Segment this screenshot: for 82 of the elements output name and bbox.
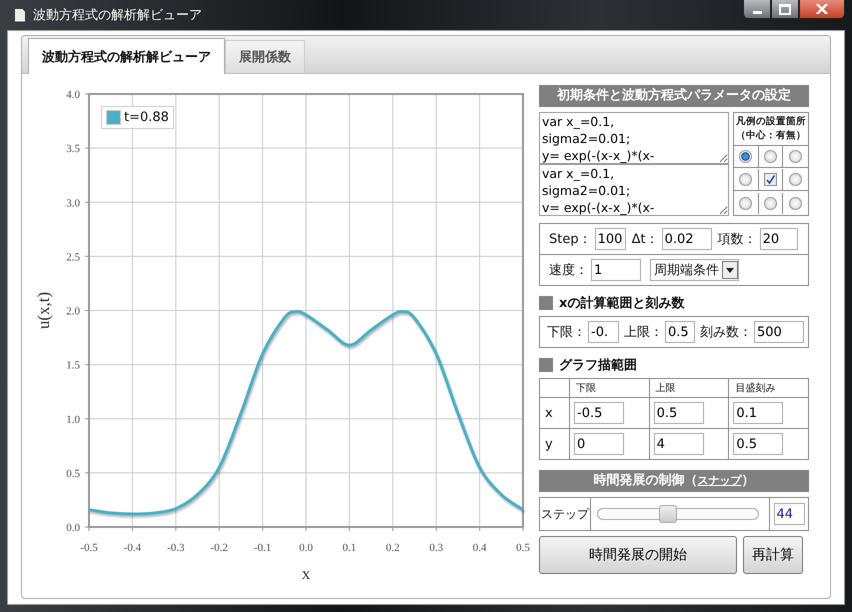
- axis-tick-label: 1.0: [66, 414, 80, 426]
- button[interactable]: 再計算: [743, 536, 803, 574]
- column-header: 上限: [649, 378, 729, 398]
- input-field[interactable]: 0.5: [654, 402, 704, 424]
- input-field[interactable]: 0.02: [662, 228, 712, 250]
- checkbox[interactable]: [764, 173, 777, 186]
- slider-thumb[interactable]: [659, 505, 678, 523]
- axis-tick-label: 0.4: [472, 542, 486, 554]
- field-label: 刻み数：: [700, 324, 752, 341]
- y-axis-label: u(x,t): [34, 292, 53, 330]
- input-field[interactable]: -0.: [588, 321, 619, 343]
- axis-tick-label: -0.2: [210, 542, 228, 554]
- axis-tick-label: -0.3: [167, 542, 184, 554]
- legend-position-subtitle: （中心：有無）: [735, 129, 807, 143]
- axis-tick-label: 0.2: [386, 542, 400, 554]
- snap-link[interactable]: スナップ: [698, 474, 742, 487]
- axis-tick-label: 0.5: [66, 468, 80, 480]
- close-icon: [816, 4, 828, 14]
- caret-icon: [722, 261, 738, 279]
- field-label: 項数：: [718, 231, 757, 248]
- radio-button[interactable]: [764, 150, 777, 163]
- square-icon: [539, 296, 553, 310]
- section-title: xの計算範囲と刻み数: [559, 294, 684, 312]
- axis-tick-label: 0.1: [342, 542, 356, 554]
- input-field[interactable]: 1: [591, 259, 641, 281]
- row-label: x: [540, 398, 570, 428]
- input-field[interactable]: 20: [760, 228, 798, 250]
- legend-label: t=0.88: [124, 110, 169, 125]
- input-field[interactable]: 0.5: [733, 433, 784, 455]
- window-title: 波動方程式の解析解ビューア: [33, 7, 203, 24]
- axis-tick-label: -0.5: [80, 542, 98, 554]
- radio-button[interactable]: [789, 173, 802, 186]
- axis-tick-label: 0.5: [516, 542, 530, 554]
- tab[interactable]: 波動方程式の解析解ビューア: [28, 38, 225, 74]
- axis-tick-label: 0.0: [66, 522, 80, 534]
- maximize-button[interactable]: [771, 0, 799, 19]
- step-label: ステップ: [540, 498, 591, 530]
- section-header: 初期条件と波動方程式パラメータの設定: [539, 85, 809, 107]
- column-header: 下限: [570, 378, 650, 398]
- field-label: 上限：: [624, 324, 663, 341]
- axis-tick-label: -0.4: [124, 542, 142, 554]
- input-field[interactable]: 0.1: [733, 402, 784, 424]
- dropdown[interactable]: 周期端条件: [650, 259, 739, 281]
- close-button[interactable]: [799, 0, 845, 19]
- input-field[interactable]: 4: [654, 433, 704, 455]
- radio-button[interactable]: [789, 196, 802, 210]
- axis-tick-label: 0.0: [299, 542, 313, 554]
- radio-button[interactable]: [764, 196, 777, 210]
- axis-tick-label: 2.0: [66, 306, 80, 318]
- axis-tick-label: 3.5: [66, 143, 80, 156]
- minimize-button[interactable]: [743, 0, 771, 19]
- button[interactable]: 時間発展の開始: [539, 536, 737, 574]
- axis-tick-label: 1.5: [66, 360, 80, 372]
- radio-button[interactable]: [739, 173, 752, 186]
- field-label: Step：: [549, 231, 592, 248]
- axis-tick-label: 2.5: [66, 251, 80, 264]
- row-label: y: [540, 428, 570, 460]
- code-editor[interactable]: var x_=0.1, sigma2=0.01; v= exp(-(x-x_)*(x-: [539, 164, 729, 216]
- column-header: 目盛刻み: [728, 378, 808, 398]
- input-field[interactable]: 500: [754, 321, 804, 343]
- square-icon: [539, 358, 553, 372]
- radio-button[interactable]: [739, 150, 752, 163]
- legend-position-title: 凡例の設置箇所: [735, 115, 807, 129]
- field-label: 下限：: [547, 324, 586, 341]
- field-label: 速度：: [549, 262, 588, 279]
- input-field[interactable]: -0.5: [574, 402, 624, 424]
- document-icon: [15, 8, 25, 22]
- input-field[interactable]: 100: [594, 228, 626, 250]
- section-header: 時間発展の制御（スナップ）: [539, 470, 809, 492]
- axis-tick-label: 0.3: [429, 542, 444, 554]
- input-field[interactable]: 0.5: [665, 321, 695, 343]
- section-title: グラフ描範囲: [559, 357, 637, 374]
- axis-tick-label: 4.0: [66, 89, 80, 101]
- axis-tick-label: -0.1: [254, 542, 272, 554]
- radio-button[interactable]: [789, 150, 802, 163]
- x-axis-label: x: [302, 564, 310, 583]
- radio-button[interactable]: [739, 196, 752, 210]
- axis-tick-label: 3.0: [66, 197, 80, 210]
- tab[interactable]: 展開係数: [225, 40, 305, 73]
- field-label: Δt：: [632, 231, 659, 248]
- input-field[interactable]: 0: [574, 433, 624, 455]
- step-value-field[interactable]: 44: [774, 503, 804, 525]
